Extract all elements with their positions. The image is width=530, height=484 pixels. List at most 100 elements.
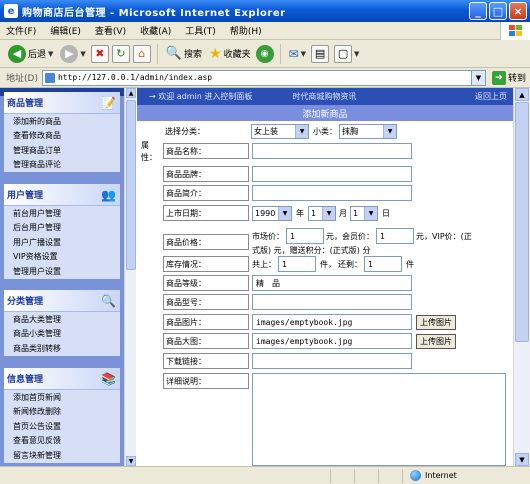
sidebar-item-broadcast[interactable]: 用户广播设置 bbox=[4, 235, 120, 250]
toolbar: ◀ 后退 ▼ ▶ ▼ ✖ ↻ ⌂ 🔍 搜索 ★ 收藏夹 ◉ ✉ ▼ ▤ ▢ ▼ bbox=[0, 40, 530, 68]
sidebar-scrollbar[interactable]: ▲ ▼ bbox=[124, 88, 136, 466]
stock-row: 库存情况： 共上： 1 件， 还剩： 1 件 bbox=[163, 256, 414, 272]
menu-help[interactable]: 帮助(H) bbox=[230, 24, 262, 37]
search-button[interactable]: 🔍 搜索 bbox=[164, 46, 204, 61]
forward-button[interactable]: ▶ ▼ bbox=[58, 44, 87, 63]
stop-icon[interactable]: ✖ bbox=[90, 44, 109, 63]
member-price-value: 1 bbox=[380, 231, 385, 241]
group-categories-header[interactable]: 分类管理 🔍 bbox=[4, 290, 120, 312]
main-scrollbar[interactable]: ▲ ▼ bbox=[513, 88, 530, 466]
model-input[interactable] bbox=[252, 294, 412, 310]
intro-input[interactable] bbox=[252, 185, 412, 201]
model-label: 商品型号： bbox=[163, 294, 249, 310]
price-group: 市场价： 1 元， 会员价： 1 元， VIP价：(正 式版) 元，赠送积分：(… bbox=[252, 228, 488, 256]
edit-dropdown-icon[interactable]: ▼ bbox=[354, 50, 359, 58]
market-price-value: 1 bbox=[290, 231, 295, 241]
scroll-down-icon[interactable]: ▼ bbox=[126, 456, 136, 466]
sidebar-item-edit-news[interactable]: 新闻修改删除 bbox=[4, 405, 120, 420]
address-bar: 地址(D) http://127.0.0.1/admin/index.asp ▼… bbox=[0, 68, 530, 88]
menu-tools[interactable]: 工具(T) bbox=[185, 24, 216, 37]
sidebar-item-category-move[interactable]: 商品类别转移 bbox=[4, 341, 120, 356]
back-link[interactable]: 返回上页 bbox=[475, 91, 507, 102]
print-icon[interactable]: ▤ bbox=[311, 44, 330, 63]
edit-button[interactable]: ▢ ▼ bbox=[332, 44, 361, 63]
scroll-up-icon[interactable]: ▲ bbox=[515, 88, 529, 101]
menu-view[interactable]: 查看(V) bbox=[95, 24, 126, 37]
address-input[interactable]: http://127.0.0.1/admin/index.asp bbox=[41, 69, 472, 86]
menu-favorites[interactable]: 收藏(A) bbox=[140, 24, 171, 37]
market-price-input[interactable]: 1 bbox=[286, 228, 324, 244]
book-icon: 📚 bbox=[101, 371, 116, 386]
group-info: 信息管理 📚 添加首页新闻 新闻修改删除 首页公告设置 查看意见反馈 留言块新管… bbox=[4, 368, 120, 463]
year-select[interactable]: 1990 ▼ bbox=[252, 205, 292, 221]
sidebar-scroll-thumb[interactable] bbox=[126, 100, 136, 270]
big-image-input[interactable]: images/emptybook.jpg bbox=[252, 333, 412, 349]
back-dropdown-icon[interactable]: ▼ bbox=[48, 50, 53, 58]
favorites-button[interactable]: ★ 收藏夹 bbox=[207, 46, 253, 62]
sidebar-item-guestbook[interactable]: 留言块新管理 bbox=[4, 448, 120, 463]
go-arrow-icon: ➜ bbox=[491, 70, 506, 85]
close-button[interactable]: × bbox=[509, 2, 527, 20]
upload-big-image-button[interactable]: 上传图片 bbox=[416, 333, 456, 349]
status-pane bbox=[402, 468, 406, 483]
menu-edit[interactable]: 编辑(E) bbox=[50, 24, 81, 37]
minimize-button[interactable]: _ bbox=[469, 2, 487, 20]
group-info-header[interactable]: 信息管理 📚 bbox=[4, 368, 120, 390]
form-title: 添加新商品 bbox=[137, 105, 513, 121]
sidebar-item-front-users[interactable]: 前台用户管理 bbox=[4, 206, 120, 221]
name-row: 商品名称： bbox=[163, 143, 412, 159]
category-select[interactable]: 女上装 ▼ bbox=[251, 123, 309, 139]
sidebar-item-add-news[interactable]: 添加首页新闻 bbox=[4, 390, 120, 405]
sidebar-item-add-goods[interactable]: 添加新的商品 bbox=[4, 114, 120, 129]
sidebar-item-major-categories[interactable]: 商品大类管理 bbox=[4, 312, 120, 327]
group-users-header[interactable]: 用户管理 👥 bbox=[4, 184, 120, 206]
news-text[interactable]: 时代商城购物资讯 bbox=[292, 91, 356, 102]
scroll-up-icon[interactable]: ▲ bbox=[126, 88, 136, 98]
address-dropdown-icon[interactable]: ▼ bbox=[471, 69, 486, 86]
scroll-down-icon[interactable]: ▼ bbox=[515, 453, 529, 466]
star-icon: ★ bbox=[209, 45, 222, 62]
image-input[interactable]: images/emptybook.jpg bbox=[252, 314, 412, 330]
category-label: 选择分类： bbox=[165, 126, 205, 136]
chevron-down-icon: ▼ bbox=[295, 124, 308, 138]
back-button[interactable]: ◀ 后退 ▼ bbox=[6, 44, 55, 63]
mail-dropdown-icon[interactable]: ▼ bbox=[301, 50, 306, 58]
menu-file[interactable]: 文件(F) bbox=[6, 24, 36, 37]
month-value: 1 bbox=[311, 208, 317, 218]
forward-dropdown-icon[interactable]: ▼ bbox=[80, 50, 85, 58]
date-row: 上市日期： 1990 ▼ 年 1 ▼ 月 1 ▼ 日 bbox=[163, 205, 390, 221]
sidebar-item-feedback[interactable]: 查看意见反馈 bbox=[4, 434, 120, 449]
category-value: 女上装 bbox=[254, 126, 278, 136]
group-goods-header[interactable]: 商品管理 📝 bbox=[4, 92, 120, 114]
sidebar-item-minor-categories[interactable]: 商品小类管理 bbox=[4, 327, 120, 342]
maximize-button[interactable]: □ bbox=[489, 2, 507, 20]
mail-button[interactable]: ✉ ▼ bbox=[287, 47, 308, 61]
subcategory-select[interactable]: 抹胸 ▼ bbox=[339, 123, 397, 139]
sidebar-item-notice[interactable]: 首页公告设置 bbox=[4, 419, 120, 434]
home-icon[interactable]: ⌂ bbox=[132, 44, 151, 63]
refresh-icon[interactable]: ↻ bbox=[111, 44, 130, 63]
admin-sidebar: 商品管理 📝 添加新的商品 查看修改商品 管理商品订单 管理商品评论 用户管理 … bbox=[0, 88, 124, 466]
description-textarea[interactable] bbox=[252, 373, 506, 466]
sidebar-item-vip[interactable]: VIP资格设置 bbox=[4, 250, 120, 265]
main-scroll-thumb[interactable] bbox=[515, 102, 529, 342]
stock-left-input[interactable]: 1 bbox=[364, 256, 402, 272]
download-input[interactable] bbox=[252, 353, 412, 369]
stock-total-value: 1 bbox=[282, 259, 287, 269]
media-icon[interactable]: ◉ bbox=[255, 44, 274, 63]
month-unit: 月 bbox=[339, 208, 347, 218]
stock-total-input[interactable]: 1 bbox=[278, 256, 316, 272]
sidebar-item-orders[interactable]: 管理商品订单 bbox=[4, 143, 120, 158]
go-button[interactable]: ➜ 转到 bbox=[491, 70, 526, 85]
level-input[interactable]: 精 品 bbox=[252, 275, 412, 291]
name-input[interactable] bbox=[252, 143, 412, 159]
sidebar-item-reviews[interactable]: 管理商品评论 bbox=[4, 158, 120, 173]
member-price-input[interactable]: 1 bbox=[376, 228, 414, 244]
sidebar-item-edit-goods[interactable]: 查看修改商品 bbox=[4, 129, 120, 144]
day-select[interactable]: 1 ▼ bbox=[350, 205, 378, 221]
sidebar-item-user-settings[interactable]: 管理用户设置 bbox=[4, 264, 120, 279]
upload-image-button[interactable]: 上传图片 bbox=[416, 314, 456, 330]
month-select[interactable]: 1 ▼ bbox=[308, 205, 336, 221]
sidebar-item-back-users[interactable]: 后台用户管理 bbox=[4, 221, 120, 236]
brand-input[interactable] bbox=[252, 166, 412, 182]
